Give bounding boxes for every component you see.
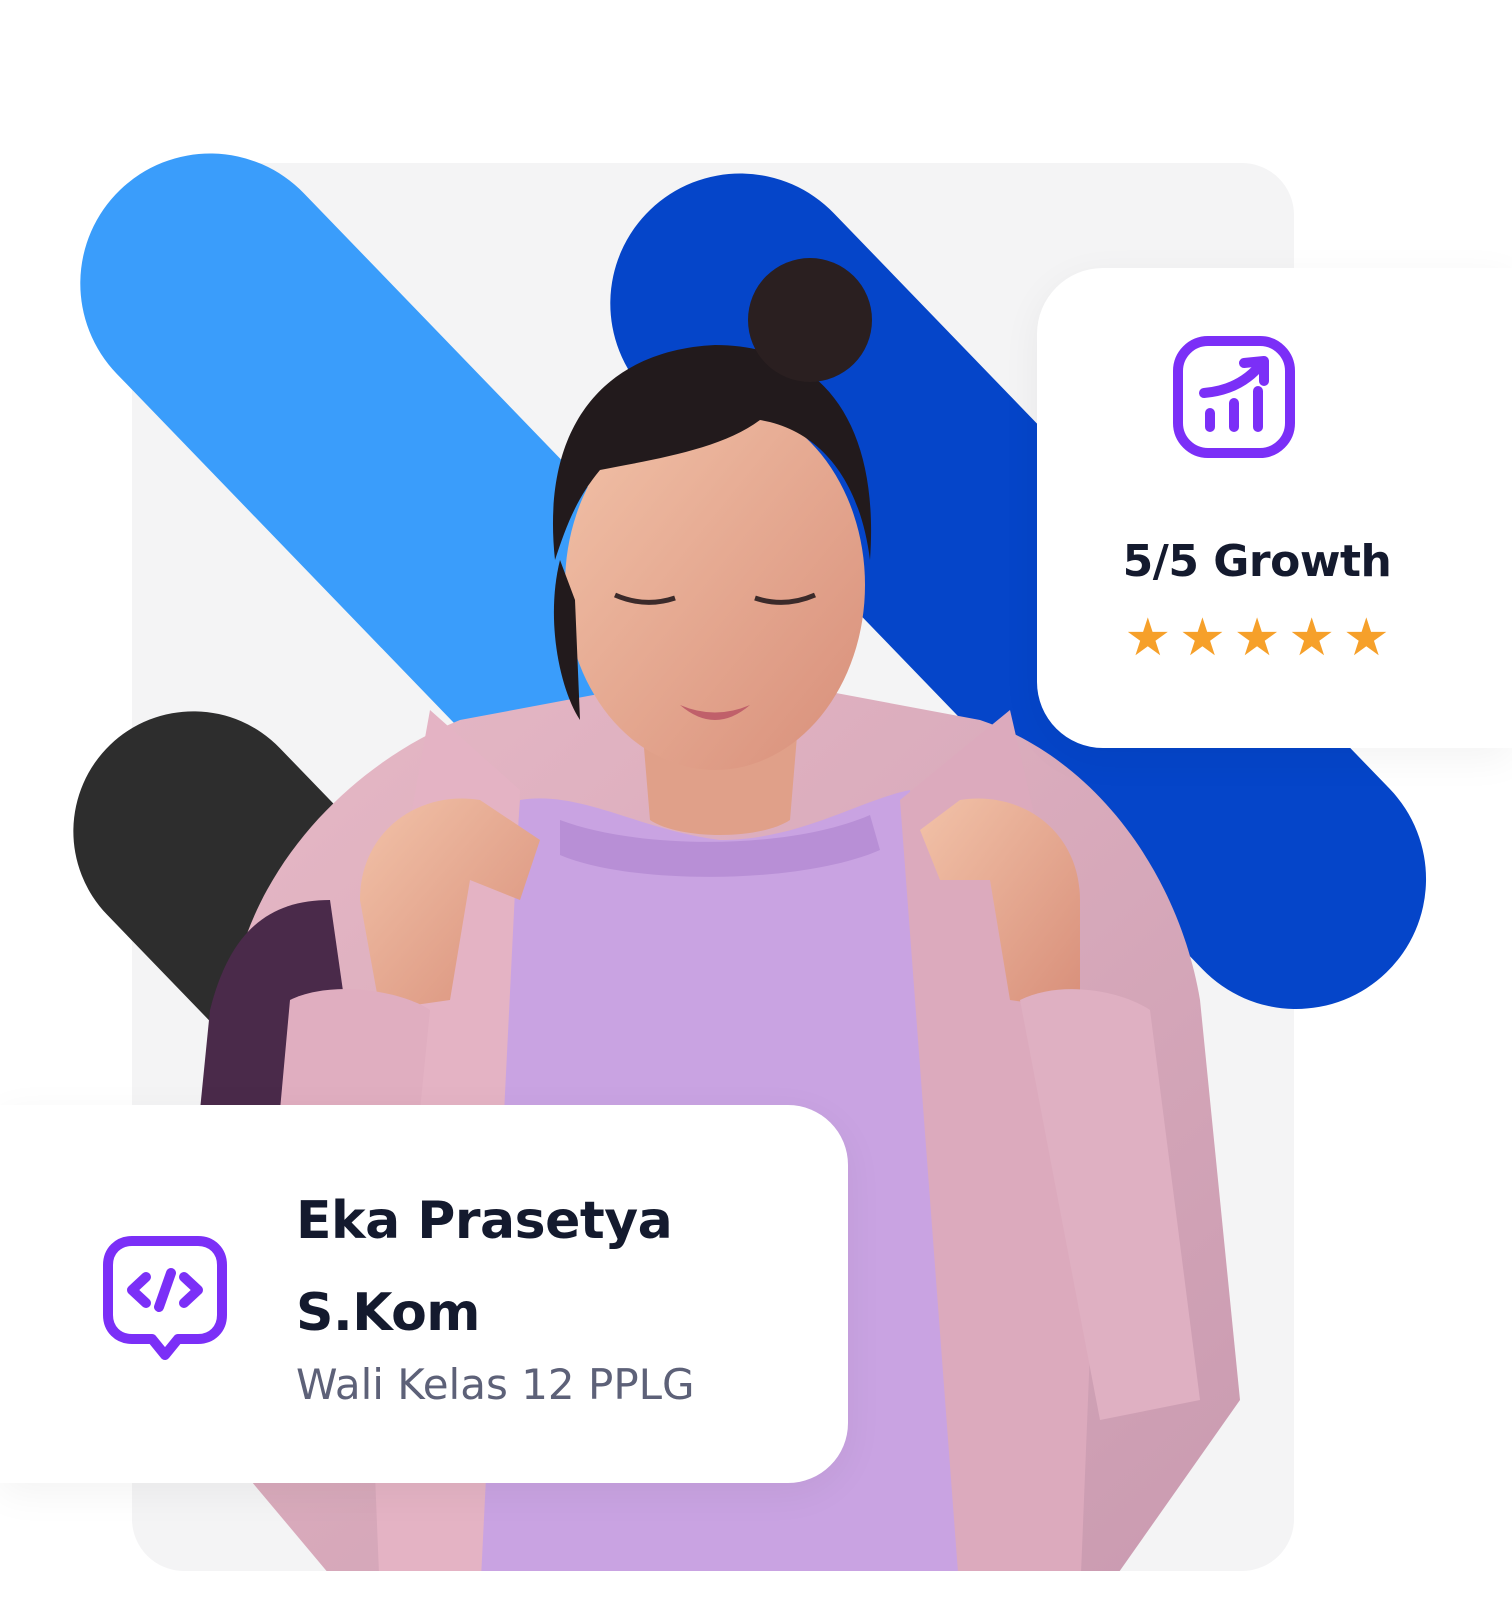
star-icon: ★ xyxy=(1179,608,1226,668)
chart-growth-icon xyxy=(1173,336,1295,458)
star-icon: ★ xyxy=(1233,608,1281,668)
star-rating: ★ ★ ★ ★ ★ xyxy=(1087,612,1427,664)
star-icon: ★ xyxy=(1288,608,1335,668)
profile-name: Eka Prasetya S.Kom xyxy=(296,1175,816,1359)
profile-name-line2: S.Kom xyxy=(296,1283,481,1343)
star-icon: ★ xyxy=(1342,608,1390,668)
profile-card: Eka Prasetya S.Kom Wali Kelas 12 PPLG xyxy=(0,1105,848,1483)
code-chat-icon xyxy=(103,1236,227,1360)
star-icon: ★ xyxy=(1124,608,1172,668)
profile-name-line1: Eka Prasetya xyxy=(296,1191,673,1251)
profile-role: Wali Kelas 12 PPLG xyxy=(296,1360,695,1409)
growth-title: 5/5 Growth xyxy=(1122,536,1392,587)
growth-card: 5/5 Growth ★ ★ ★ ★ ★ xyxy=(1037,268,1512,748)
